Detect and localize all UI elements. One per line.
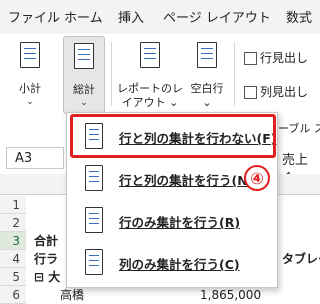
grand-total-columns-icon	[85, 249, 103, 275]
cell-a5[interactable]: ⊟ 大	[34, 268, 60, 286]
step-number-badge: ④	[244, 165, 270, 191]
report-layout-label-2: イアウト ⌄	[121, 96, 179, 109]
subtotal-icon	[20, 42, 40, 68]
cell-e4[interactable]: タブレー	[282, 250, 320, 268]
row-header[interactable]: 5	[0, 268, 26, 286]
chevron-down-icon: ⌄	[202, 96, 212, 109]
cell-a3[interactable]: 合計	[34, 232, 58, 250]
ribbon-tab-bar: ファイル ホーム 挿入 ページ レイアウト 数式	[0, 0, 320, 34]
tab-insert[interactable]: 挿入	[118, 8, 144, 30]
tab-file[interactable]: ファイル	[8, 8, 60, 30]
grand-total-label: 総計	[73, 83, 95, 96]
name-box[interactable]: A3	[6, 147, 64, 169]
tab-home[interactable]: ホーム	[64, 8, 103, 30]
report-layout-icon	[140, 42, 160, 68]
row-header[interactable]: 1	[0, 196, 26, 214]
ribbon-separator	[111, 42, 112, 106]
grand-total-button[interactable]: 総計 ⌄	[63, 36, 105, 114]
table-style-label: ーブル ス	[278, 122, 320, 135]
cell-e6[interactable]: 1,865,000	[200, 286, 261, 304]
menu-item-label: 行と列の集計を行う(N)	[119, 173, 253, 188]
menu-item-on-for-rows-and-columns[interactable]: 行と列の集計を行う(N)	[73, 159, 271, 199]
row-header[interactable]: 3	[0, 232, 26, 250]
menu-item-label: 行のみ集計を行う(R)	[119, 215, 241, 230]
column-headers-checkbox[interactable]	[244, 86, 257, 99]
cell-a6[interactable]: 高橋	[60, 286, 84, 304]
menu-item-label: 列のみ集計を行う(C)	[119, 257, 240, 272]
column-headers-label: 列見出し	[260, 85, 309, 99]
cell-a4[interactable]: 行ラ	[34, 250, 58, 268]
tab-page-layout[interactable]: ページ レイアウト	[163, 8, 271, 30]
row-header[interactable]: 4	[0, 250, 26, 268]
subtotal-label: 小計	[19, 82, 41, 95]
tab-formulas[interactable]: 数式	[286, 8, 312, 30]
menu-item-on-for-rows-only[interactable]: 行のみ集計を行う(R)	[73, 201, 271, 241]
blank-row-icon	[197, 42, 217, 68]
grand-total-on-icon	[85, 165, 103, 191]
menu-item-on-for-columns-only[interactable]: 列のみ集計を行う(C)	[73, 243, 271, 283]
chevron-down-icon: ⌄	[26, 97, 34, 107]
row-header[interactable]: 6	[0, 286, 26, 304]
report-layout-button[interactable]: レポートのレ イアウト ⌄	[114, 36, 186, 114]
row-headers-checkbox[interactable]	[244, 52, 257, 65]
blank-row-button[interactable]: 空白行 ⌄	[186, 36, 228, 114]
grand-total-rows-icon	[85, 207, 103, 233]
row-header[interactable]: 2	[0, 214, 26, 232]
subtotal-button[interactable]: 小計 ⌄	[4, 36, 56, 114]
highlight-box	[70, 114, 276, 158]
chevron-down-icon: ⌄	[80, 98, 88, 108]
report-layout-label-1: レポートのレ	[117, 82, 183, 95]
ribbon-separator	[234, 42, 235, 106]
row-headers-label: 行見出し	[260, 51, 309, 65]
grand-total-icon	[74, 43, 94, 69]
blank-row-label: 空白行	[190, 82, 224, 95]
